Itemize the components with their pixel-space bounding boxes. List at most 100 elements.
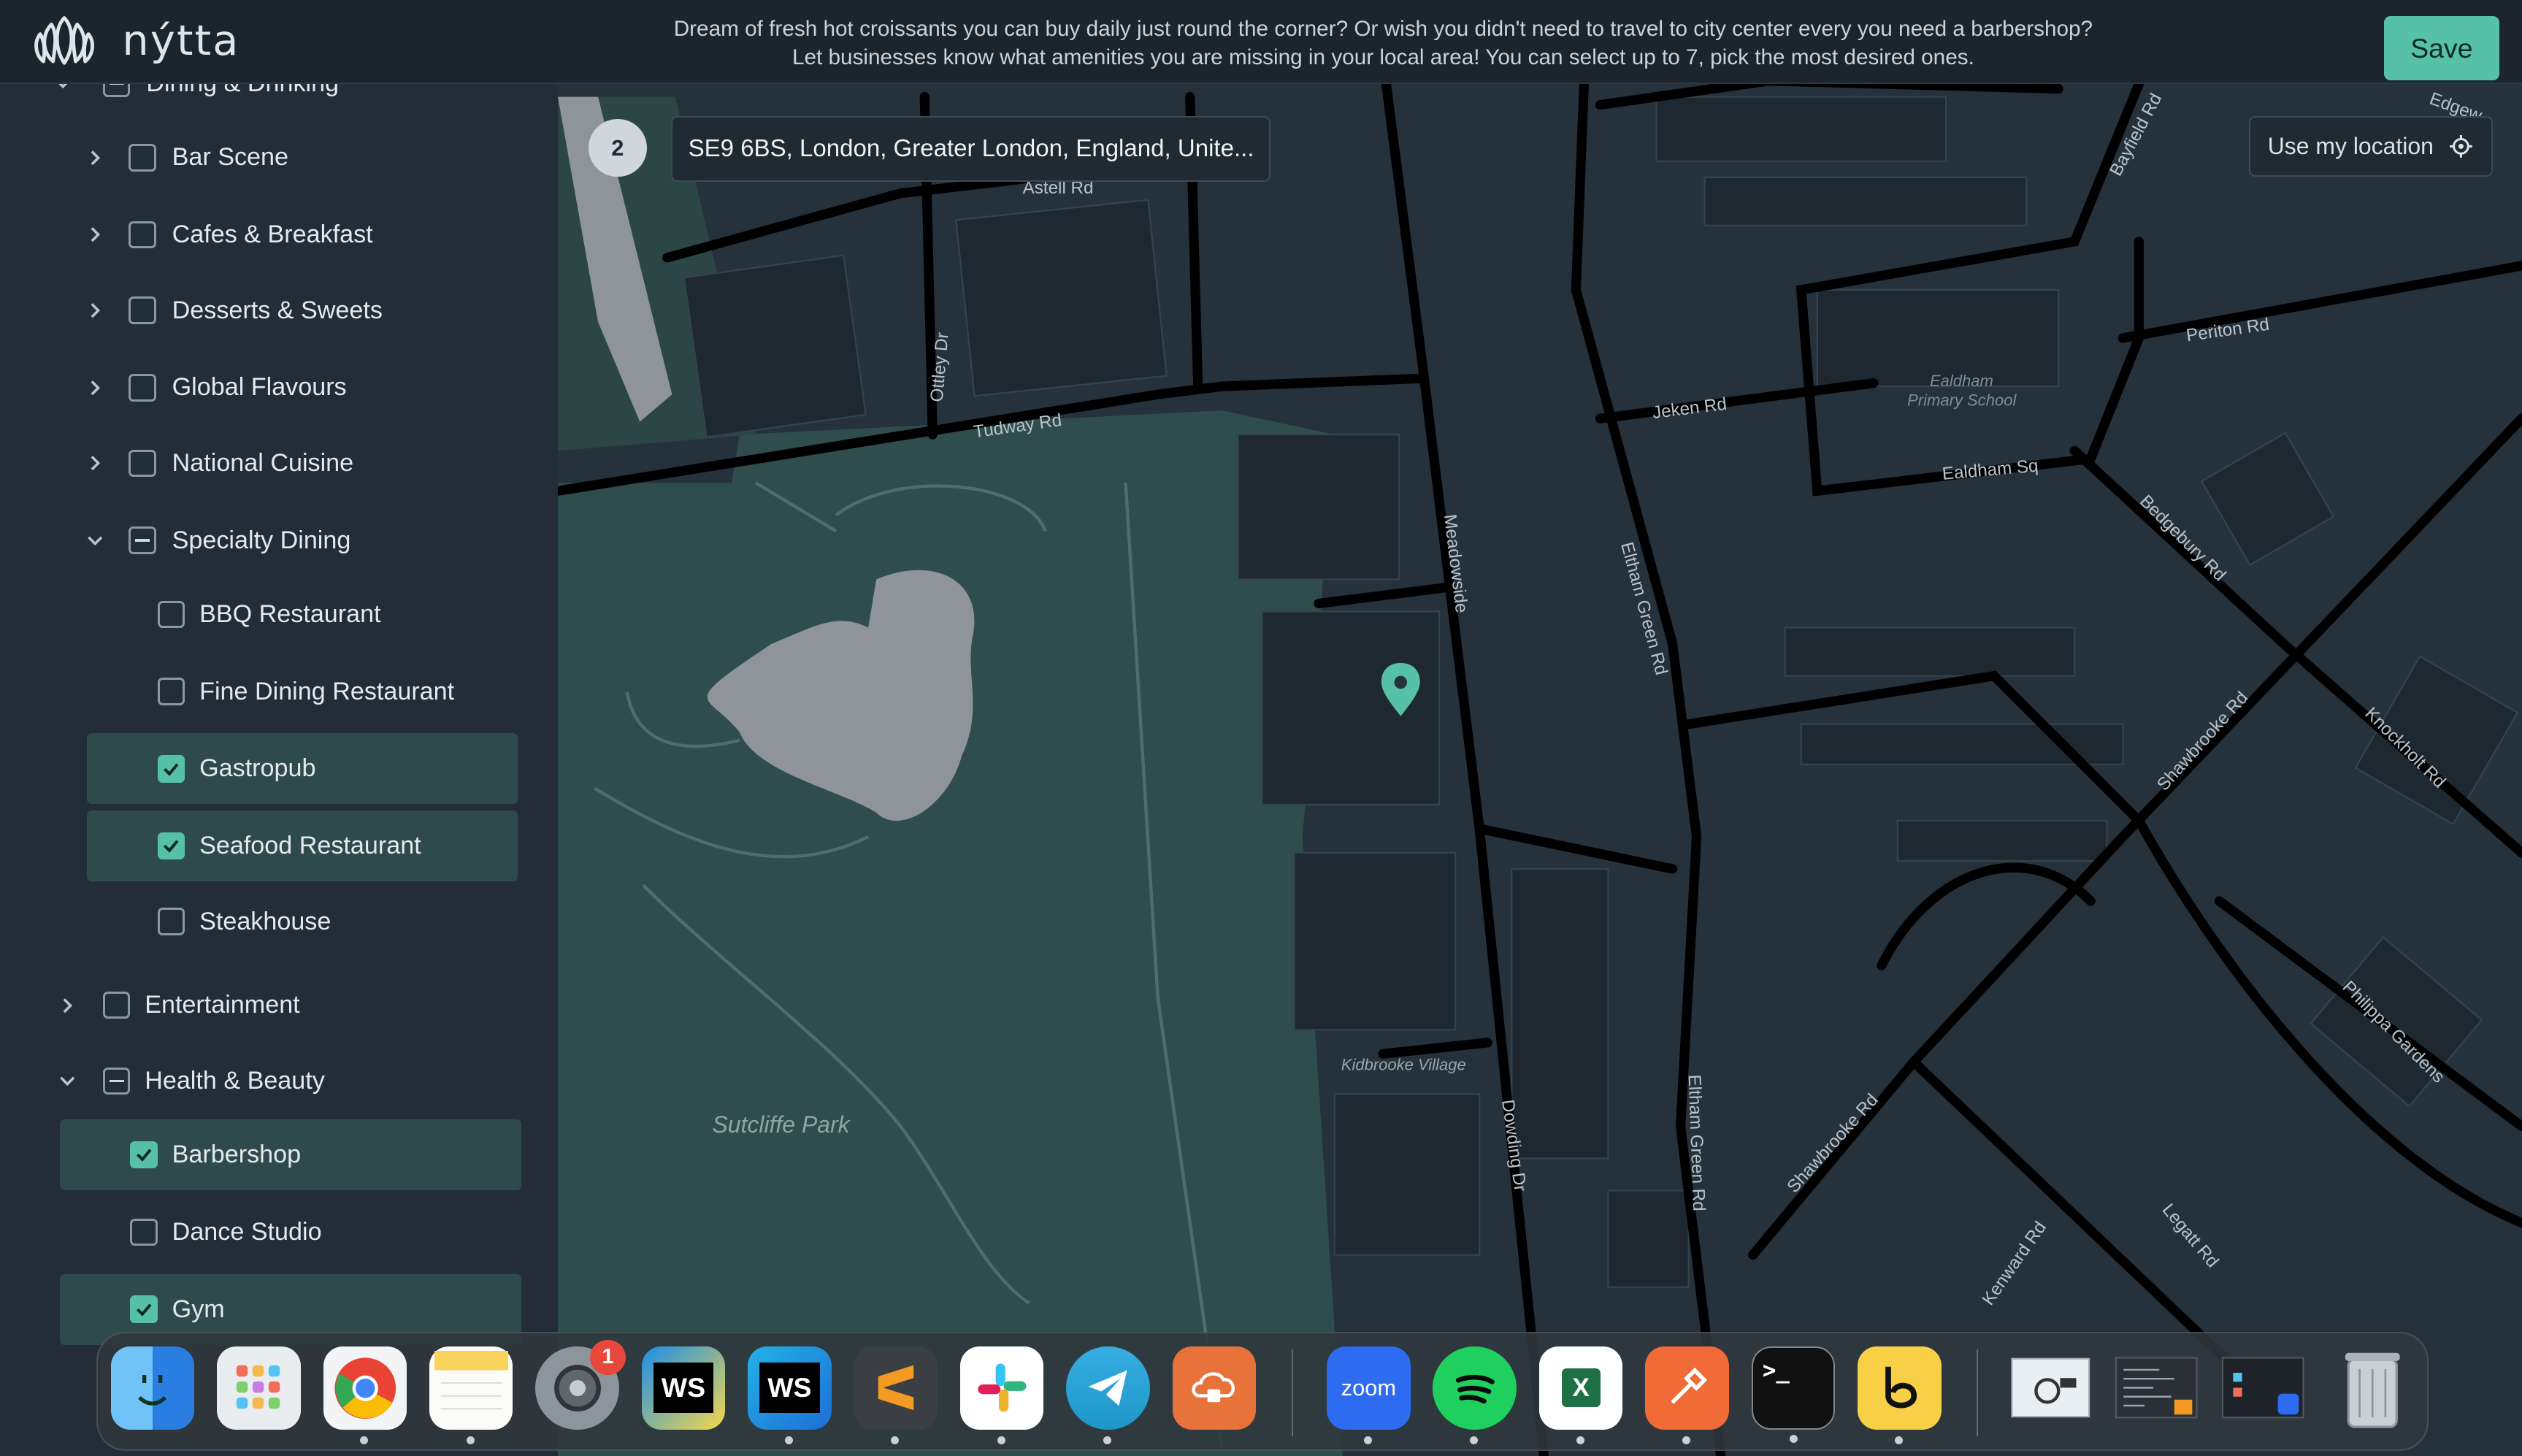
- checkbox[interactable]: [129, 374, 156, 402]
- sidebar-item-label: Barbershop: [172, 1141, 302, 1169]
- park-label: Sutcliffe Park: [713, 1111, 851, 1138]
- running-indicator: [466, 1436, 475, 1444]
- launchpad-icon[interactable]: [217, 1346, 301, 1430]
- checkbox[interactable]: [129, 144, 156, 172]
- slack-icon[interactable]: [959, 1346, 1044, 1444]
- running-indicator: [360, 1436, 369, 1444]
- sidebar-item-desserts-sweets[interactable]: Desserts & Sweets: [80, 275, 531, 346]
- spotify-icon[interactable]: [1433, 1346, 1517, 1444]
- trash-icon[interactable]: [2331, 1346, 2415, 1430]
- sidebar-item-dining-drinking[interactable]: Dining & Drinking: [48, 83, 531, 119]
- checkbox[interactable]: [129, 449, 156, 478]
- sidebar-item-specialty-dining[interactable]: Specialty Dining: [80, 505, 531, 576]
- checkbox[interactable]: [129, 526, 156, 554]
- system-settings-icon[interactable]: 1: [535, 1339, 626, 1430]
- chevron-down-icon[interactable]: [48, 83, 77, 99]
- banner-line-1: Dream of fresh hot croissants you can bu…: [673, 16, 2093, 41]
- road-label: Ealdham Sq: [1942, 456, 2039, 483]
- checkbox-checked[interactable]: [157, 832, 185, 860]
- sidebar-item-bbq-restaurant[interactable]: BBQ Restaurant: [87, 579, 518, 650]
- chevron-down-icon[interactable]: [53, 1066, 83, 1095]
- sidebar-item-label: Health & Beauty: [145, 1066, 325, 1095]
- checkbox-checked[interactable]: [130, 1295, 158, 1323]
- sidebar-item-label: Specialty Dining: [172, 526, 351, 554]
- sidebar-item-health-beauty[interactable]: Health & Beauty: [53, 1046, 520, 1116]
- school-label-line-1: Ealdham: [1930, 372, 1993, 390]
- chevron-right-icon[interactable]: [53, 991, 83, 1020]
- app-logo[interactable]: nýtta: [32, 13, 240, 68]
- sidebar-item-bar-scene[interactable]: Bar Scene: [80, 122, 531, 193]
- postman-icon[interactable]: [1645, 1346, 1729, 1444]
- running-indicator: [1103, 1436, 1111, 1444]
- chevron-right-icon[interactable]: [80, 296, 110, 325]
- sidebar-item-barbershop[interactable]: Barbershop: [59, 1119, 521, 1191]
- webstorm-icon[interactable]: WS: [641, 1346, 726, 1430]
- road-label: Eltham Green Rd: [1684, 1074, 1709, 1211]
- running-indicator: [1576, 1436, 1584, 1444]
- chevron-right-icon[interactable]: [80, 221, 110, 250]
- school-label-line-2: Primary School: [1908, 391, 2017, 409]
- check-icon: [164, 840, 179, 854]
- amenity-sidebar[interactable]: Dining & Drinking Bar Scene Cafes & Brea…: [0, 83, 559, 1456]
- zoom-icon[interactable]: zoom: [1327, 1346, 1411, 1444]
- checkbox[interactable]: [102, 992, 131, 1019]
- map-view[interactable]: Astell Rd Ottley Dr Tudway Rd Meadowside…: [558, 83, 2522, 1456]
- excel-icon[interactable]: X: [1538, 1346, 1623, 1444]
- sidebar-item-steakhouse[interactable]: Steakhouse: [87, 886, 518, 957]
- chrome-icon[interactable]: [323, 1346, 407, 1444]
- checkbox[interactable]: [157, 908, 185, 935]
- check-icon: [136, 1149, 152, 1162]
- webstorm-alt-icon[interactable]: WS: [748, 1346, 832, 1444]
- running-indicator: [891, 1436, 900, 1444]
- vpn-icon[interactable]: [1172, 1346, 1257, 1430]
- sidebar-item-national-cuisine[interactable]: National Cuisine: [80, 428, 531, 499]
- sidebar-item-global-flavours[interactable]: Global Flavours: [80, 352, 531, 423]
- checkbox[interactable]: [129, 221, 156, 249]
- notes-icon[interactable]: [429, 1346, 513, 1444]
- desktop-window-icon[interactable]: [2221, 1346, 2305, 1430]
- beeper-icon[interactable]: [1858, 1346, 1942, 1444]
- checkbox-checked[interactable]: [157, 755, 185, 783]
- sidebar-item-seafood-restaurant[interactable]: Seafood Restaurant: [86, 811, 518, 882]
- checkbox-checked[interactable]: [130, 1141, 158, 1169]
- checkbox[interactable]: [157, 678, 185, 705]
- finder-icon[interactable]: [110, 1346, 195, 1430]
- sidebar-item-label: Bar Scene: [172, 143, 288, 172]
- village-label: Kidbrooke Village: [1341, 1055, 1466, 1073]
- checkbox[interactable]: [102, 83, 131, 98]
- running-indicator: [1363, 1436, 1372, 1444]
- map-canvas[interactable]: Astell Rd Ottley Dr Tudway Rd Meadowside…: [558, 83, 2522, 1456]
- sidebar-item-dance-studio[interactable]: Dance Studio: [60, 1197, 521, 1268]
- webstorm-label: WS: [653, 1363, 714, 1414]
- checkbox[interactable]: [157, 600, 185, 629]
- terminal-icon[interactable]: >_: [1751, 1346, 1836, 1443]
- telegram-icon[interactable]: [1066, 1346, 1150, 1444]
- chevron-right-icon[interactable]: [80, 449, 110, 478]
- sidebar-item-label: Dance Studio: [172, 1217, 322, 1246]
- sidebar-item-fine-dining[interactable]: Fine Dining Restaurant: [87, 656, 518, 727]
- running-indicator: [1470, 1436, 1479, 1444]
- sidebar-item-label: Global Flavours: [172, 373, 347, 402]
- address-search-input[interactable]: [670, 115, 1271, 182]
- sidebar-item-cafes-breakfast[interactable]: Cafes & Breakfast: [80, 199, 531, 270]
- sidebar-item-label: Steakhouse: [199, 907, 331, 935]
- screenshot-stack-icon[interactable]: [2009, 1346, 2093, 1430]
- sidebar-item-label: Desserts & Sweets: [172, 296, 383, 324]
- chevron-right-icon[interactable]: [80, 373, 110, 402]
- logo-text: nýtta: [122, 15, 240, 65]
- sublime-text-icon[interactable]: [854, 1346, 938, 1444]
- use-my-location-button[interactable]: Use my location: [2248, 115, 2494, 177]
- sidebar-item-entertainment[interactable]: Entertainment: [53, 970, 520, 1041]
- chevron-right-icon[interactable]: [80, 143, 110, 172]
- top-bar: nýtta Dream of fresh hot croissants you …: [0, 0, 2522, 84]
- checkbox[interactable]: [102, 1067, 131, 1095]
- checkbox[interactable]: [130, 1218, 158, 1246]
- park-area: [558, 410, 1344, 1456]
- code-window-icon[interactable]: [2115, 1346, 2199, 1430]
- sidebar-item-gastropub[interactable]: Gastropub: [86, 733, 518, 805]
- dock-separator: [1291, 1349, 1293, 1436]
- save-button[interactable]: Save: [2383, 16, 2500, 81]
- sidebar-item-label: National Cuisine: [172, 448, 354, 477]
- chevron-down-icon[interactable]: [80, 526, 110, 555]
- checkbox[interactable]: [129, 296, 156, 324]
